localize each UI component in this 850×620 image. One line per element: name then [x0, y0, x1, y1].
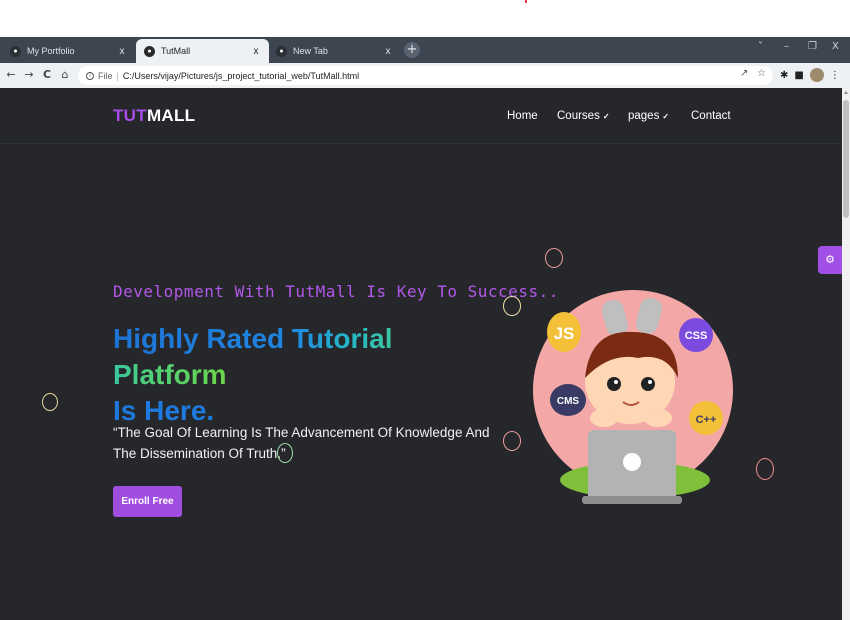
headline-line-1: Highly Rated Tutorial Platform — [113, 323, 393, 390]
tab-tutmall[interactable]: ● TutMall x — [136, 39, 269, 63]
hero-quote: “The Goal Of Learning Is The Advancement… — [113, 425, 490, 461]
tab-search-icon[interactable]: ˅ — [758, 41, 763, 52]
decor-ring — [277, 443, 293, 463]
tab-bar: ● My Portfolio x ● TutMall x ● New Tab x — [0, 37, 850, 63]
tab-my-portfolio[interactable]: ● My Portfolio x — [2, 39, 135, 63]
site-navbar: TUTMALL Home Courses ✓ pages ✓ Contact — [0, 88, 842, 144]
new-tab-button[interactable]: + — [404, 42, 420, 58]
hero-headline: Highly Rated Tutorial Platform Is Here. — [113, 321, 513, 429]
close-icon[interactable]: x — [251, 46, 261, 57]
scroll-up-arrow-icon[interactable] — [844, 91, 848, 94]
globe-icon: ● — [276, 45, 287, 57]
settings-gear-button[interactable]: ⚙ — [818, 246, 842, 274]
nav-home-link[interactable]: Home — [507, 110, 538, 122]
decor-ring — [503, 431, 521, 451]
scrollbar-thumb[interactable] — [843, 100, 849, 218]
share-icon[interactable]: ↗ — [740, 68, 748, 79]
logo-part-tut: TUT — [113, 106, 147, 125]
decor-ring — [503, 296, 521, 316]
hero-subtitle: Development With TutMall Is Key To Succe… — [113, 282, 559, 301]
decor-ring — [42, 393, 58, 411]
js-label: JS — [554, 324, 575, 343]
decor-ring — [756, 458, 774, 480]
side-panel-icon[interactable]: ■ — [794, 70, 803, 81]
site-logo[interactable]: TUTMALL — [113, 106, 195, 126]
nav-pages-link[interactable]: pages ✓ — [628, 110, 669, 122]
logo-part-mall: MALL — [146, 106, 196, 125]
close-window-button[interactable]: X — [832, 41, 839, 52]
profile-avatar[interactable] — [809, 68, 824, 82]
minimize-button[interactable]: – — [784, 41, 789, 52]
nav-courses-label: Courses — [557, 110, 600, 122]
css-label: CSS — [685, 330, 708, 342]
chevron-down-icon: ✓ — [602, 112, 610, 121]
address-bar: ← → C ⌂ i File | C:/Users/vijay/Pictures… — [0, 63, 850, 88]
close-icon[interactable]: x — [383, 46, 393, 57]
extension-toolbar: ✱ ■ ⋮ — [780, 67, 840, 83]
close-icon[interactable]: x — [117, 46, 127, 57]
info-icon[interactable]: i — [86, 71, 94, 80]
url-text: C:/Users/vijay/Pictures/js_project_tutor… — [122, 70, 360, 81]
globe-icon: ● — [144, 45, 155, 57]
reload-button[interactable]: C — [40, 67, 54, 83]
restore-button[interactable]: ❐ — [808, 41, 817, 52]
tab-title: New Tab — [293, 46, 328, 56]
menu-kebab-icon[interactable]: ⋮ — [830, 70, 840, 81]
globe-icon: ● — [10, 45, 21, 57]
page-scrollbar[interactable] — [842, 88, 850, 620]
hero-illustration: CMS JS CSS C++ — [533, 290, 733, 504]
scheme-label: File — [98, 70, 113, 81]
web-page: TUTMALL Home Courses ✓ pages ✓ Contact Dev… — [0, 88, 842, 620]
nav-courses-link[interactable]: Courses ✓ — [557, 110, 610, 122]
home-button[interactable]: ⌂ — [58, 67, 72, 83]
laptop-logo — [623, 453, 641, 471]
cpp-label: C++ — [696, 414, 717, 426]
tab-new-tab[interactable]: ● New Tab x — [268, 39, 401, 63]
red-mark — [525, 0, 527, 3]
forward-button[interactable]: → — [22, 67, 36, 83]
nav-pages-label: pages — [628, 110, 660, 122]
top-strip — [0, 0, 850, 37]
cms-label: CMS — [557, 396, 580, 407]
tab-title: My Portfolio — [27, 46, 75, 56]
tab-title: TutMall — [161, 46, 191, 56]
extensions-puzzle-icon[interactable]: ✱ — [780, 70, 788, 81]
enroll-free-button[interactable]: Enroll Free — [113, 486, 182, 517]
nav-contact-link[interactable]: Contact — [691, 110, 731, 122]
back-button[interactable]: ← — [4, 67, 18, 83]
bookmark-star-icon[interactable]: ☆ — [757, 68, 766, 79]
chevron-down-icon: ✓ — [662, 112, 670, 121]
separator: | — [116, 70, 119, 81]
url-field[interactable]: i File | C:/Users/vijay/Pictures/js_proj… — [78, 66, 773, 85]
